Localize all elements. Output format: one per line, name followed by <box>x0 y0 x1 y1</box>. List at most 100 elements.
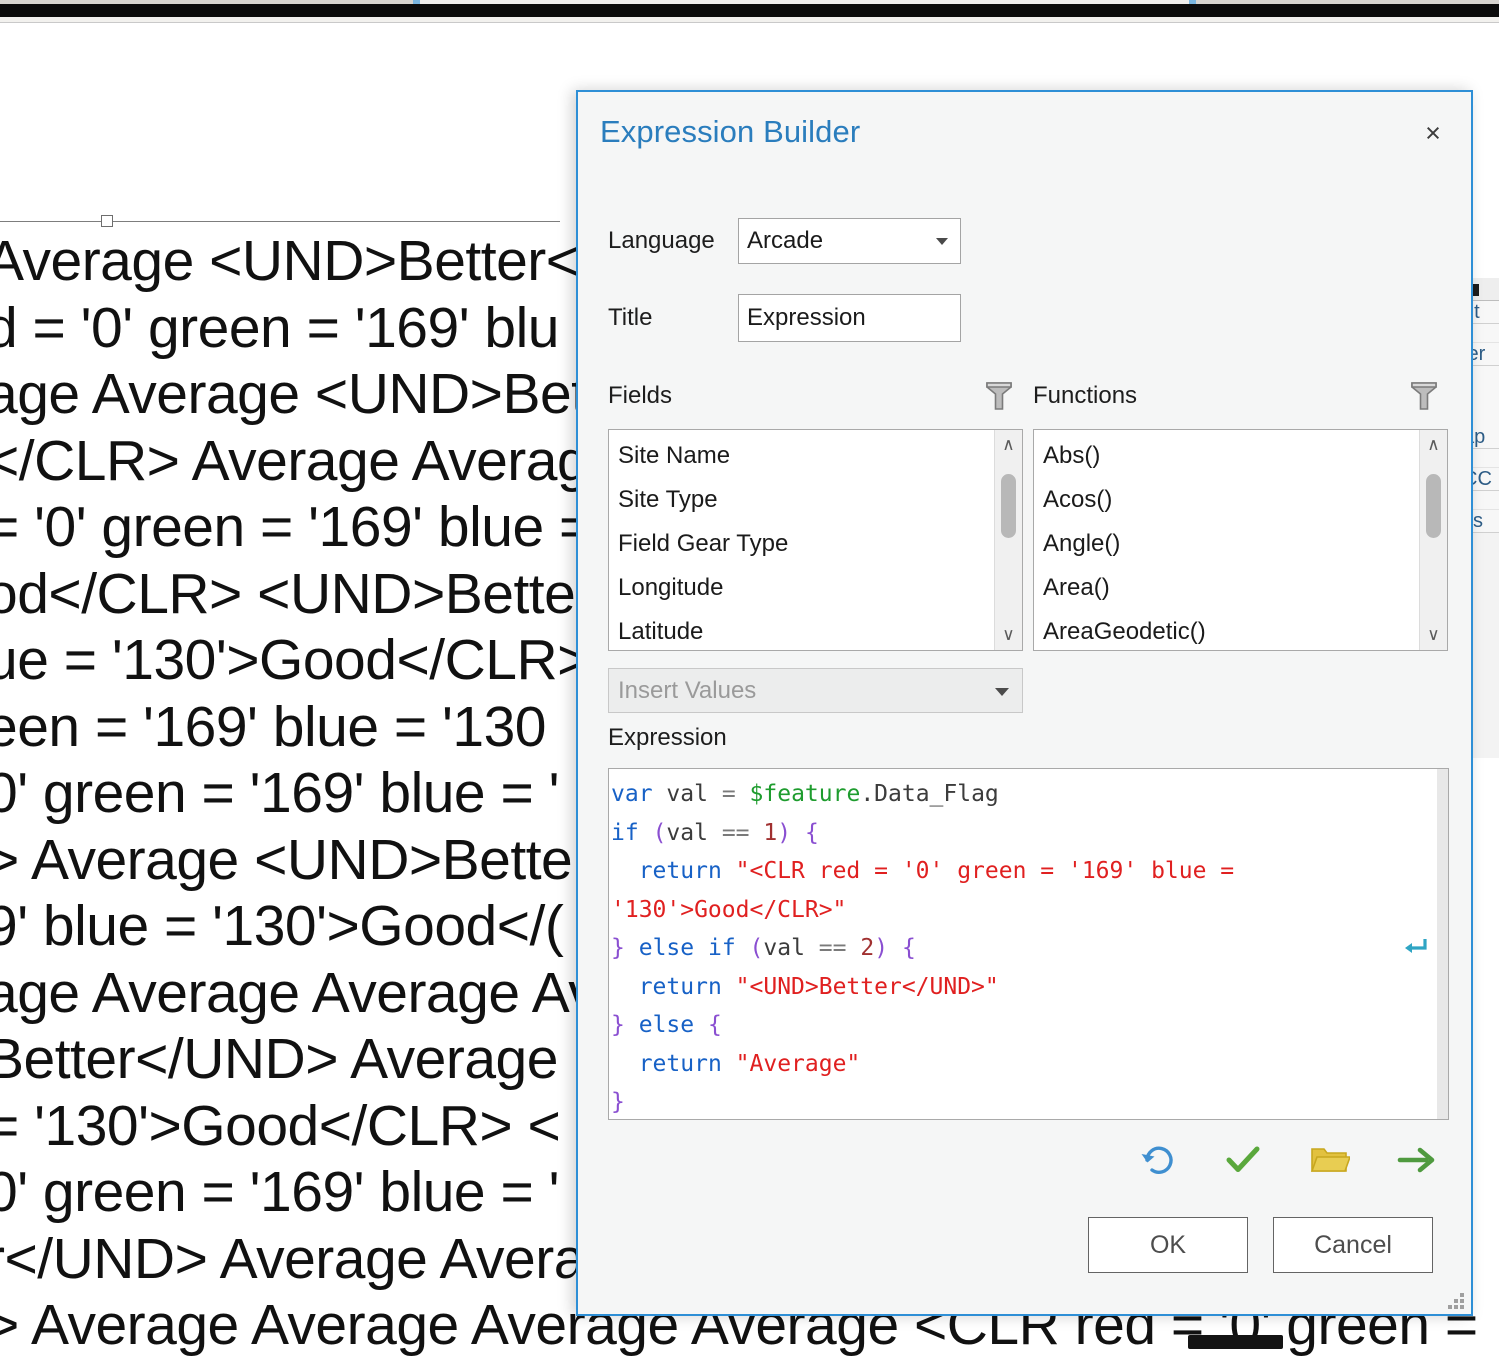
function-item-1[interactable]: Acos() <box>1034 478 1419 522</box>
scroll-up-icon[interactable]: ∧ <box>995 432 1022 458</box>
ok-button[interactable]: OK <box>1088 1217 1248 1273</box>
code-token: val <box>666 781 708 807</box>
expression-label: Expression <box>608 724 727 751</box>
code-token: } <box>611 1089 625 1115</box>
taskbar-fragment <box>1188 1335 1283 1349</box>
code-line: return "<CLR red = '0' green = '169' blu… <box>611 852 1436 891</box>
scroll-down-icon[interactable]: ∨ <box>995 622 1022 648</box>
code-line: var val = $feature.Data_Flag <box>611 775 1436 814</box>
code-token: { <box>707 1012 722 1038</box>
code-token: if <box>707 935 736 961</box>
dialog-title: Expression Builder <box>600 114 861 149</box>
reset-undo-icon[interactable] <box>1131 1132 1187 1188</box>
field-item-2[interactable]: Field Gear Type <box>609 522 994 566</box>
field-item-0[interactable]: Site Name <box>609 434 994 478</box>
language-row: Language Arcade <box>608 218 961 264</box>
expression-code-editor[interactable]: var val = $feature.Data_Flag if (val == 1… <box>608 768 1449 1120</box>
field-item-4[interactable]: Latitude <box>609 610 994 650</box>
language-select[interactable]: Arcade <box>738 218 961 264</box>
code-line: } <box>611 1083 1436 1119</box>
code-token: else <box>638 935 695 961</box>
code-token: '130'>Good</CLR>" <box>611 896 847 923</box>
title-input[interactable]: Expression <box>738 294 961 342</box>
code-line: return "<UND>Better</UND>" <box>611 968 1436 1007</box>
open-folder-icon[interactable] <box>1301 1132 1357 1188</box>
chevron-down-icon <box>936 238 948 245</box>
functions-header: Functions <box>1033 380 1448 420</box>
funnel-filter-icon[interactable] <box>1410 380 1438 412</box>
text-frame-handle[interactable] <box>101 215 113 227</box>
language-label: Language <box>608 227 715 254</box>
column-caret-icon <box>1473 284 1479 296</box>
scroll-down-icon[interactable]: ∨ <box>1420 622 1447 648</box>
function-item-3[interactable]: Area() <box>1034 566 1419 610</box>
title-row: Title Expression <box>608 294 961 342</box>
scroll-up-icon[interactable]: ∧ <box>1420 432 1447 458</box>
close-icon[interactable]: × <box>1411 112 1455 154</box>
functions-label: Functions <box>1033 382 1138 409</box>
text-frame-top-edge <box>0 221 560 222</box>
function-item-0[interactable]: Abs() <box>1034 434 1419 478</box>
scrollbar-thumb[interactable] <box>1001 474 1016 538</box>
cancel-button[interactable]: Cancel <box>1273 1217 1433 1273</box>
code-token: "<UND>Better</UND>" <box>735 973 999 1000</box>
code-token: = <box>721 781 736 807</box>
insert-values-select[interactable]: Insert Values <box>608 668 1023 713</box>
function-item-4[interactable]: AreaGeodetic() <box>1034 610 1419 650</box>
scrollbar-thumb[interactable] <box>1426 474 1441 538</box>
expression-code-content: var val = $feature.Data_Flag if (val == 1… <box>609 769 1436 1119</box>
code-token: if <box>611 819 639 846</box>
fields-header: Fields <box>608 380 1023 420</box>
validate-check-icon[interactable] <box>1215 1132 1271 1188</box>
chevron-down-icon <box>995 687 1009 696</box>
functions-scrollbar[interactable]: ∧ ∨ <box>1419 430 1447 650</box>
code-line: return "Average" <box>611 1045 1436 1084</box>
code-line: } else { <box>611 1006 1436 1045</box>
expression-toolbar <box>608 1132 1449 1198</box>
function-item-2[interactable]: Angle() <box>1034 522 1419 566</box>
title-label: Title <box>608 304 653 331</box>
field-item-1[interactable]: Site Type <box>609 478 994 522</box>
resize-grip-icon[interactable] <box>1442 1287 1464 1309</box>
field-item-3[interactable]: Longitude <box>609 566 994 610</box>
code-token: return <box>638 973 722 1000</box>
insert-values-placeholder: Insert Values <box>618 676 757 704</box>
code-token: ( <box>652 819 667 846</box>
code-token: val <box>666 819 708 846</box>
functions-listbox[interactable]: Abs() Acos() Angle() Area() AreaGeodetic() ∧… <box>1033 429 1448 651</box>
code-token: { <box>804 819 819 846</box>
code-token: } <box>611 1012 625 1038</box>
code-line: if (val == 1) { <box>611 814 1436 853</box>
dialog-titlebar[interactable]: Expression Builder × <box>578 92 1471 174</box>
word-wrap-indicator-icon <box>1400 935 1428 965</box>
code-line: } else if (val == 2) { <box>611 929 1436 968</box>
funnel-filter-icon[interactable] <box>985 380 1013 412</box>
code-token: ) <box>874 935 889 961</box>
code-token: return <box>638 1050 722 1077</box>
code-token: } <box>611 935 625 961</box>
screen-root: Average <UND>Better< d = '0' green = '169… <box>0 0 1499 1357</box>
code-token: var <box>611 781 653 807</box>
expression-builder-dialog: Expression Builder × Language Arcade Tit… <box>576 90 1473 1316</box>
code-token: else <box>638 1012 695 1038</box>
fields-listbox[interactable]: Site Name Site Type Field Gear Type Longitu… <box>608 429 1023 651</box>
fields-scrollbar[interactable]: ∧ ∨ <box>994 430 1022 650</box>
editor-scroll-gutter[interactable] <box>1437 769 1448 1119</box>
code-token: val <box>763 935 805 961</box>
run-arrow-right-icon[interactable] <box>1387 1132 1443 1188</box>
